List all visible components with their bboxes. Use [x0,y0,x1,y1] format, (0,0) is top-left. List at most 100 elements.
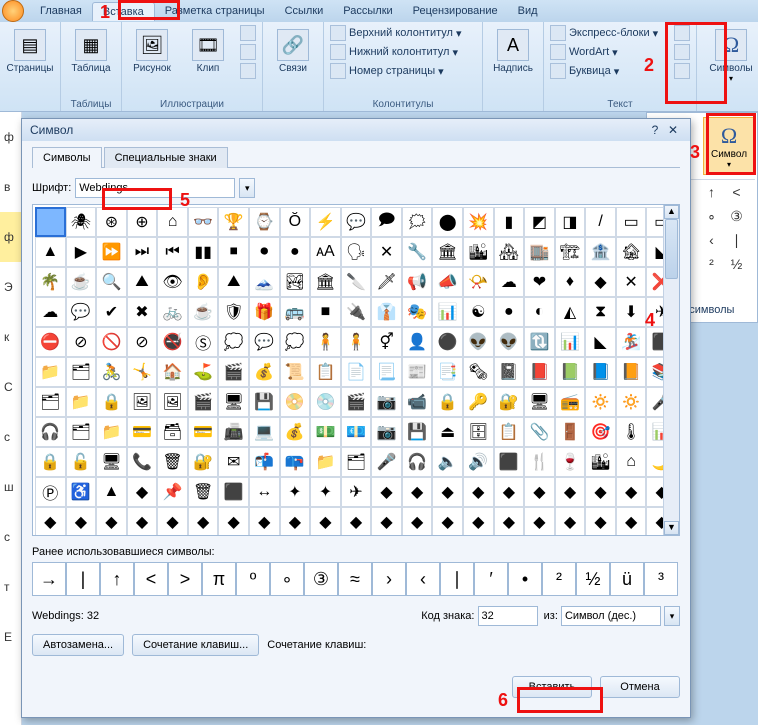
symbol-cell[interactable]: 🖥 [218,387,249,417]
symbol-cell[interactable]: 🏘 [494,237,525,267]
symbol-cell[interactable]: 📄 [341,357,372,387]
symbol-cell[interactable]: ◆ [616,477,647,507]
symbol-cell[interactable]: ● [494,297,525,327]
symbol-cell[interactable]: 🗂 [66,417,97,447]
symbol-cell[interactable]: 🗩 [371,207,402,237]
symbol-cell[interactable]: 💬 [341,207,372,237]
recent-symbol-cell[interactable]: ∣ [440,562,474,596]
symbol-cell[interactable]: 🤸 [127,357,158,387]
symbol-cell[interactable]: 📹 [402,387,433,417]
symbol-cell[interactable]: ⌂ [616,447,647,477]
symbol-cell[interactable]: ◩ [524,207,555,237]
footer-button[interactable]: Нижний колонтитул ▾ [328,43,478,61]
object-button[interactable] [672,62,692,80]
symbol-cell[interactable]: ◆ [127,477,158,507]
scroll-up-button[interactable]: ▲ [664,205,679,219]
symbol-cell[interactable]: 💥 [463,207,494,237]
symbol-cell[interactable]: ◆ [555,507,586,536]
symbol-cell[interactable]: 🔈 [432,447,463,477]
symbol-cell[interactable]: 🏆 [218,207,249,237]
symbol-cell[interactable]: 🗣 [341,237,372,267]
symbol-cell[interactable]: 👓 [188,207,219,237]
scroll-thumb[interactable] [665,219,678,279]
symbol-cell[interactable]: ⛰ [218,267,249,297]
symbol-cell[interactable]: ☕ [66,267,97,297]
recent-symbol-cell[interactable]: < [134,562,168,596]
symbol-cell[interactable]: 🔒 [96,387,127,417]
datetime-button[interactable] [672,43,692,61]
symbol-cell[interactable]: 🔌 [341,297,372,327]
symbol-cell[interactable]: ◆ [249,507,280,536]
symbol-cell[interactable]: ◆ [555,477,586,507]
symbol-cell[interactable]: 🎧 [402,447,433,477]
symbol-cell[interactable]: ☁ [35,297,66,327]
symbol-cell[interactable]: 📙 [616,357,647,387]
symbol-cell[interactable]: 🎁 [249,297,280,327]
symbol-cell[interactable]: 📋 [494,417,525,447]
quickparts-button[interactable]: Экспресс-блоки ▾ [548,24,668,42]
symbol-cell[interactable]: 🔅 [616,387,647,417]
table-button[interactable]: ▦Таблица [65,24,117,98]
symbol-cell[interactable]: 🍷 [555,447,586,477]
symbol-cell[interactable]: 🗻 [249,267,280,297]
symbol-cell[interactable]: 📓 [494,357,525,387]
symbol-cell[interactable]: ◆ [616,507,647,536]
symbol-cell[interactable]: 🌴 [35,267,66,297]
symbol-cell[interactable]: ✕ [616,267,647,297]
symbol-cell[interactable]: ▭ [616,207,647,237]
symbol-cell[interactable]: 🗞 [463,357,494,387]
tab-refs[interactable]: Ссылки [275,2,334,20]
symbol-cell[interactable]: 👁 [157,267,188,297]
symbol-cell[interactable]: ◆ [494,507,525,536]
symbol-cell[interactable]: 📋 [310,357,341,387]
font-dropdown-button[interactable]: ▾ [239,178,255,198]
symbol-cell[interactable]: ❤ [524,267,555,297]
symbol-cell[interactable]: 📬 [249,447,280,477]
recent-symbol-cell[interactable]: ü [610,562,644,596]
smartart-button[interactable] [238,43,258,61]
symbol-cell[interactable]: ◆ [585,507,616,536]
symbol-cell[interactable]: ✖ [127,297,158,327]
office-button[interactable] [2,0,24,22]
symbol-cell[interactable]: 🎬 [341,387,372,417]
symbol-cell[interactable]: 🚴 [96,357,127,387]
symbol-cell[interactable]: ◆ [371,477,402,507]
symbol-cell[interactable]: 🚪 [555,417,586,447]
symbol-cell[interactable]: 🏬 [524,237,555,267]
symbol-cell[interactable]: 🔧 [402,237,433,267]
symbol-cell[interactable]: 🕷 [66,207,97,237]
quick-symbol-cell[interactable]: ½ [724,252,749,276]
symbol-cell[interactable]: 🎭 [402,297,433,327]
symbol-cell[interactable]: 🔊 [463,447,494,477]
symbol-cell[interactable]: 🏙 [463,237,494,267]
symbol-cell[interactable]: ⏩ [96,237,127,267]
symbol-cell[interactable]: 👽 [463,327,494,357]
symbol-cell[interactable]: 🗄 [463,417,494,447]
symbol-cell[interactable]: ⛳ [188,357,219,387]
symbol-cell[interactable]: 🗂 [66,357,97,387]
symbol-cell[interactable]: ᴀA [310,237,341,267]
symbol-cell[interactable]: 📞 [127,447,158,477]
symbol-cell[interactable]: 📷 [371,417,402,447]
symbol-cell[interactable]: 🚫 [96,327,127,357]
symbol-cell[interactable]: 👤 [402,327,433,357]
symbol-cell[interactable]: 📘 [585,357,616,387]
symbol-cell[interactable]: 📕 [524,357,555,387]
symbol-cell[interactable]: ◆ [524,477,555,507]
symbol-cell[interactable]: 🗯 [402,207,433,237]
symbol-cell[interactable]: ◆ [494,477,525,507]
symbol-cell[interactable]: ◣ [585,327,616,357]
symbol-cell[interactable]: 🏞 [280,267,311,297]
symbol-cell[interactable]: ◆ [127,507,158,536]
links-button[interactable]: 🔗Связи [267,24,319,109]
symbol-cell[interactable]: 🔒 [432,387,463,417]
symbol-cell[interactable]: 👂 [188,267,219,297]
symbol-cell[interactable]: ⚡ [310,207,341,237]
cancel-button[interactable]: Отмена [600,676,680,698]
symbol-cell[interactable]: ♿ [66,477,97,507]
symbol-cell[interactable]: ⬛ [218,477,249,507]
symbol-cell[interactable]: 🚭 [157,327,188,357]
symbol-cell[interactable]: 📁 [310,447,341,477]
symbol-cell[interactable]: ⌚ [249,207,280,237]
symbol-cell[interactable]: ◆ [524,507,555,536]
